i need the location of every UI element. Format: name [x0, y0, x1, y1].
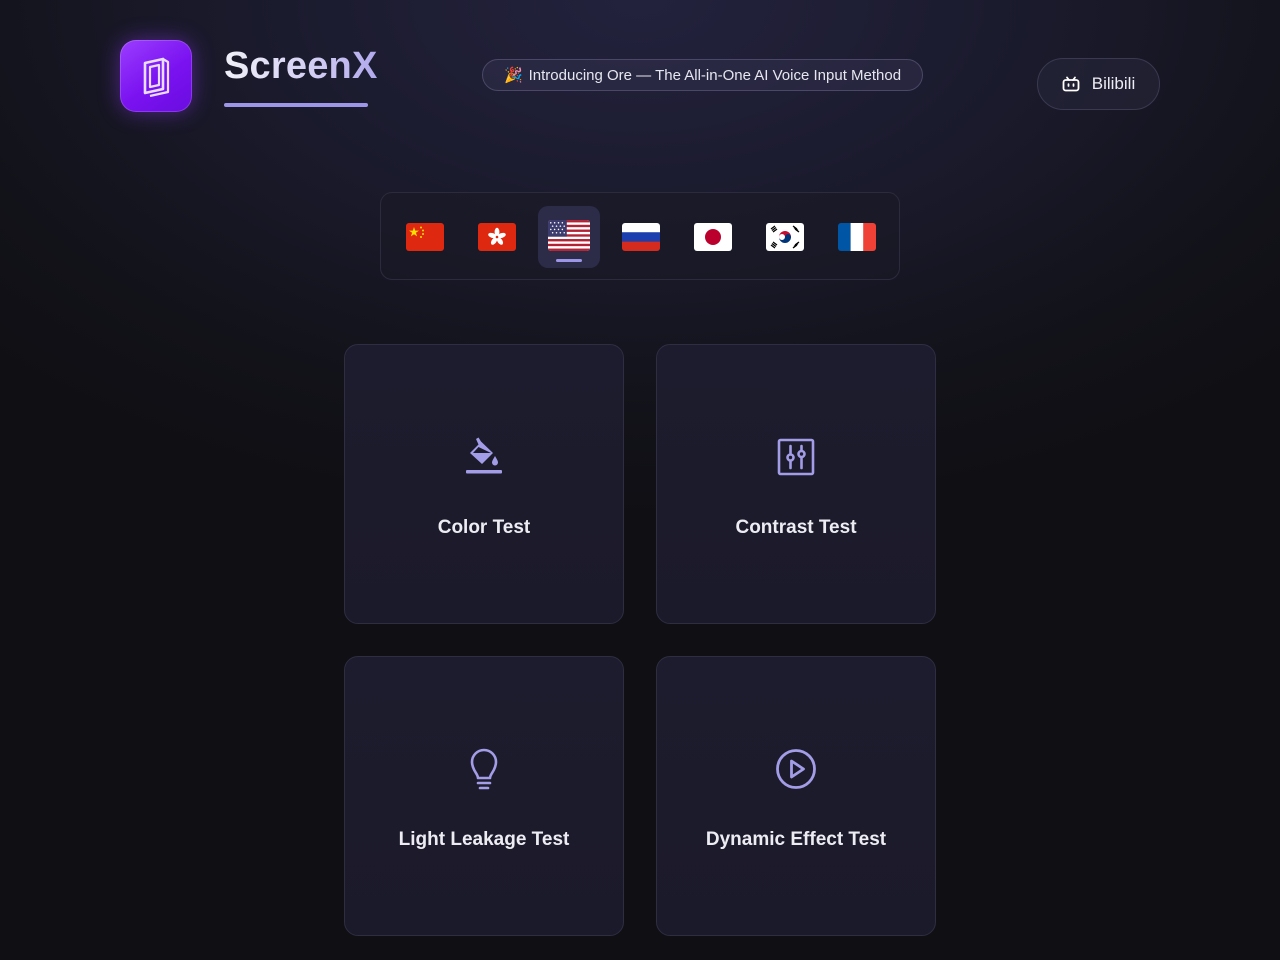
bilibili-button[interactable]: Bilibili: [1037, 58, 1160, 110]
france-flag-icon: [838, 223, 876, 251]
bilibili-label: Bilibili: [1091, 74, 1136, 93]
card-label: Contrast Test: [735, 517, 857, 538]
card-light-leakage-test[interactable]: Light Leakage Test: [344, 656, 624, 936]
language-option-jp[interactable]: [682, 206, 744, 268]
card-dynamic-effect-test[interactable]: Dynamic Effect Test: [656, 656, 936, 936]
language-option-fr[interactable]: [826, 206, 888, 268]
play-circle-icon: [657, 747, 935, 791]
book-icon: [137, 55, 175, 97]
korea-flag-icon: [766, 223, 804, 251]
language-option-kr[interactable]: [754, 206, 816, 268]
card-contrast-test[interactable]: Contrast Test: [656, 344, 936, 624]
party-popper-icon: 🎉: [503, 67, 523, 84]
bilibili-tv-icon: [1062, 76, 1080, 92]
card-color-test[interactable]: Color Test: [344, 344, 624, 624]
hong-kong-flag-icon: [478, 223, 516, 251]
brand-title: ScreenX: [224, 45, 378, 87]
announcement-text: Introducing Ore — The All-in-One AI Voic…: [528, 66, 902, 84]
lightbulb-icon: [345, 747, 623, 791]
usa-flag-icon: [548, 219, 590, 251]
sliders-icon: [657, 435, 935, 479]
card-label: Dynamic Effect Test: [705, 829, 887, 850]
china-flag-icon: [406, 223, 444, 251]
russia-flag-icon: [622, 223, 660, 251]
brand-underline: [224, 103, 368, 107]
language-option-us[interactable]: [538, 206, 600, 268]
language-selector: [380, 192, 900, 280]
card-label: Light Leakage Test: [398, 829, 570, 850]
card-label: Color Test: [437, 517, 531, 538]
language-option-ru[interactable]: [610, 206, 672, 268]
language-option-hk[interactable]: [466, 206, 528, 268]
paint-bucket-icon: [345, 435, 623, 479]
announcement-banner[interactable]: 🎉 Introducing Ore — The All-in-One AI Vo…: [482, 59, 923, 91]
active-language-indicator: [556, 259, 582, 262]
japan-flag-icon: [694, 223, 732, 251]
language-option-cn[interactable]: [394, 206, 456, 268]
app-logo[interactable]: [120, 40, 192, 112]
